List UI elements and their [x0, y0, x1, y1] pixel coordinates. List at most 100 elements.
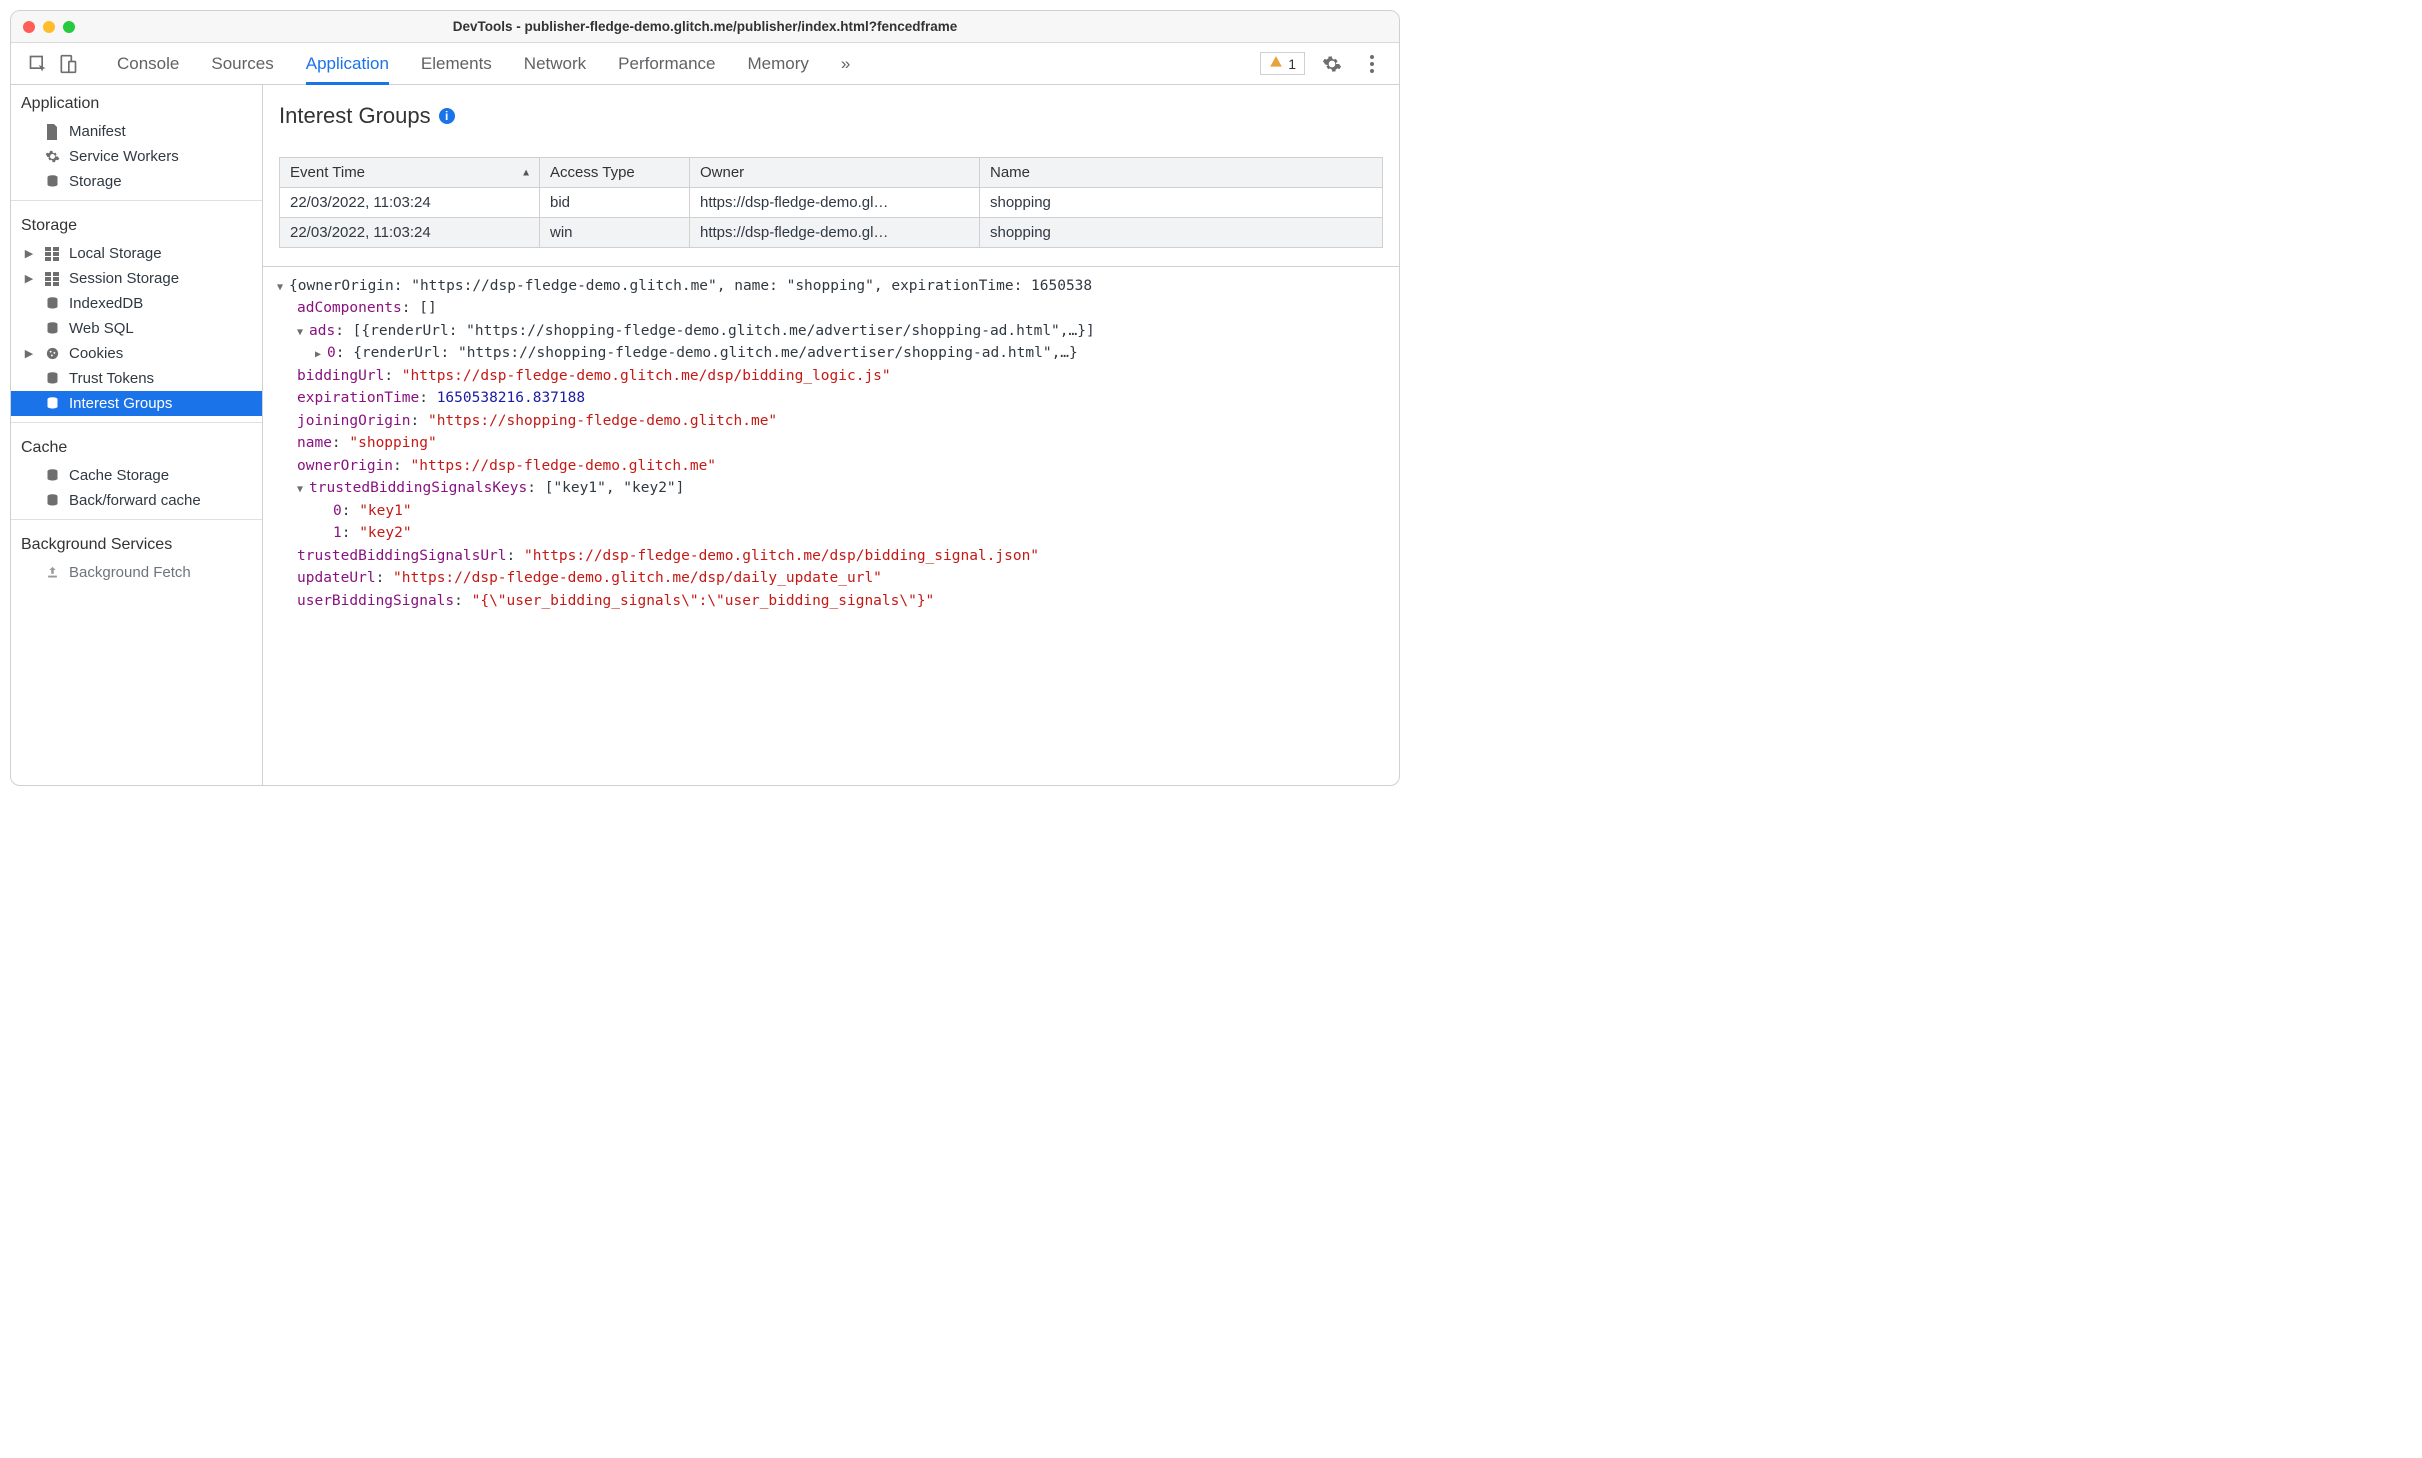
database-icon — [43, 493, 61, 508]
devtools-window: DevTools - publisher-fledge-demo.glitch.… — [10, 10, 1400, 786]
cell-event-time: 22/03/2022, 11:03:24 — [280, 188, 540, 218]
col-name[interactable]: Name — [980, 158, 1383, 188]
warnings-badge[interactable]: 1 — [1260, 52, 1305, 75]
json-line[interactable]: 1: "key2" — [267, 522, 1399, 544]
tab-memory[interactable]: Memory — [747, 46, 808, 82]
tab-sources[interactable]: Sources — [211, 46, 273, 82]
sidebar-item-storage[interactable]: Storage — [11, 169, 262, 194]
sidebar-item-label: Service Workers — [69, 148, 179, 165]
inspect-element-icon[interactable] — [25, 51, 51, 77]
warning-icon — [1269, 55, 1283, 72]
json-line[interactable]: userBiddingSignals: "{\"user_bidding_sig… — [267, 590, 1399, 612]
tab-application[interactable]: Application — [306, 46, 389, 82]
json-line[interactable]: name: "shopping" — [267, 432, 1399, 454]
json-line[interactable]: ▼ads: [{renderUrl: "https://shopping-fle… — [267, 320, 1399, 342]
sidebar-item-trust-tokens[interactable]: Trust Tokens — [11, 366, 262, 391]
json-line[interactable]: ▼{ownerOrigin: "https://dsp-fledge-demo.… — [267, 275, 1399, 297]
sidebar-item-label: Back/forward cache — [69, 492, 201, 509]
panel-title: Interest Groups — [279, 103, 431, 129]
info-icon[interactable]: i — [439, 108, 455, 124]
expand-icon[interactable]: ▶ — [315, 347, 327, 363]
settings-gear-icon[interactable] — [1319, 51, 1345, 77]
sidebar-item-cookies[interactable]: ▶ Cookies — [11, 341, 262, 366]
sidebar-item-indexeddb[interactable]: IndexedDB — [11, 291, 262, 316]
more-menu-icon[interactable] — [1359, 51, 1385, 77]
cookie-icon — [43, 346, 61, 361]
expand-icon[interactable]: ▶ — [23, 272, 35, 285]
sidebar-item-local-storage[interactable]: ▶ Local Storage — [11, 241, 262, 266]
sidebar-item-label: IndexedDB — [69, 295, 143, 312]
sidebar-item-web-sql[interactable]: Web SQL — [11, 316, 262, 341]
application-sidebar: Application Manifest Service Workers Sto… — [11, 85, 263, 785]
expand-icon[interactable]: ▶ — [23, 247, 35, 260]
sidebar-item-label: Interest Groups — [69, 395, 172, 412]
main-split: Application Manifest Service Workers Sto… — [11, 85, 1399, 785]
col-access-type[interactable]: Access Type — [540, 158, 690, 188]
json-line[interactable]: trustedBiddingSignalsUrl: "https://dsp-f… — [267, 545, 1399, 567]
devtools-tabs: Console Sources Application Elements Net… — [117, 46, 1256, 82]
sidebar-item-label: Manifest — [69, 123, 126, 140]
tabs-overflow[interactable]: » — [841, 46, 850, 82]
grid-icon — [43, 247, 61, 261]
json-line[interactable]: adComponents: [] — [267, 297, 1399, 319]
col-owner[interactable]: Owner — [690, 158, 980, 188]
tab-console[interactable]: Console — [117, 46, 179, 82]
json-line[interactable]: ownerOrigin: "https://dsp-fledge-demo.gl… — [267, 455, 1399, 477]
sidebar-item-label: Web SQL — [69, 320, 134, 337]
sidebar-group-cache: Cache — [11, 429, 262, 463]
json-line[interactable]: updateUrl: "https://dsp-fledge-demo.glit… — [267, 567, 1399, 589]
minimize-window-button[interactable] — [43, 21, 55, 33]
table-row[interactable]: 22/03/2022, 11:03:24 win https://dsp-fle… — [280, 218, 1383, 248]
sidebar-item-service-workers[interactable]: Service Workers — [11, 144, 262, 169]
devtools-toolbar: Console Sources Application Elements Net… — [11, 43, 1399, 85]
json-line[interactable]: 0: "key1" — [267, 500, 1399, 522]
device-toggle-icon[interactable] — [55, 51, 81, 77]
sidebar-item-label: Cache Storage — [69, 467, 169, 484]
upload-icon — [43, 565, 61, 580]
database-icon — [43, 321, 61, 336]
collapse-icon[interactable]: ▼ — [277, 280, 289, 296]
traffic-lights — [23, 21, 75, 33]
cell-access-type: bid — [540, 188, 690, 218]
panel-content: Interest Groups i Event Time▲ Access Typ… — [263, 85, 1399, 785]
table-row[interactable]: 22/03/2022, 11:03:24 bid https://dsp-fle… — [280, 188, 1383, 218]
sidebar-item-interest-groups[interactable]: Interest Groups — [11, 391, 262, 416]
gear-icon — [43, 149, 61, 164]
col-event-time[interactable]: Event Time▲ — [280, 158, 540, 188]
table-header-row: Event Time▲ Access Type Owner Name — [280, 158, 1383, 188]
sort-asc-icon: ▲ — [521, 167, 531, 178]
cell-name: shopping — [980, 188, 1383, 218]
json-line[interactable]: ▼trustedBiddingSignalsKeys: ["key1", "ke… — [267, 477, 1399, 499]
json-line[interactable]: joiningOrigin: "https://shopping-fledge-… — [267, 410, 1399, 432]
database-icon — [43, 371, 61, 386]
cell-name: shopping — [980, 218, 1383, 248]
detail-json-tree: ▼{ownerOrigin: "https://dsp-fledge-demo.… — [263, 266, 1399, 622]
database-icon — [43, 174, 61, 189]
window-title: DevTools - publisher-fledge-demo.glitch.… — [453, 19, 958, 34]
close-window-button[interactable] — [23, 21, 35, 33]
zoom-window-button[interactable] — [63, 21, 75, 33]
sidebar-item-manifest[interactable]: Manifest — [11, 119, 262, 144]
tab-performance[interactable]: Performance — [618, 46, 715, 82]
json-line[interactable]: ▶0: {renderUrl: "https://shopping-fledge… — [267, 342, 1399, 364]
titlebar: DevTools - publisher-fledge-demo.glitch.… — [11, 11, 1399, 43]
expand-icon[interactable]: ▶ — [23, 347, 35, 360]
grid-icon — [43, 272, 61, 286]
collapse-icon[interactable]: ▼ — [297, 325, 309, 341]
sidebar-item-label: Cookies — [69, 345, 123, 362]
json-line[interactable]: biddingUrl: "https://dsp-fledge-demo.gli… — [267, 365, 1399, 387]
sidebar-item-background-fetch[interactable]: Background Fetch — [11, 560, 262, 585]
cell-access-type: win — [540, 218, 690, 248]
cell-owner: https://dsp-fledge-demo.gl… — [690, 218, 980, 248]
database-icon — [43, 396, 61, 411]
sidebar-item-bf-cache[interactable]: Back/forward cache — [11, 488, 262, 513]
collapse-icon[interactable]: ▼ — [297, 482, 309, 498]
sidebar-item-session-storage[interactable]: ▶ Session Storage — [11, 266, 262, 291]
sidebar-item-cache-storage[interactable]: Cache Storage — [11, 463, 262, 488]
cell-owner: https://dsp-fledge-demo.gl… — [690, 188, 980, 218]
tab-network[interactable]: Network — [524, 46, 586, 82]
tab-elements[interactable]: Elements — [421, 46, 492, 82]
sidebar-item-label: Session Storage — [69, 270, 179, 287]
json-line[interactable]: expirationTime: 1650538216.837188 — [267, 387, 1399, 409]
interest-groups-table: Event Time▲ Access Type Owner Name 22/03… — [279, 157, 1383, 248]
